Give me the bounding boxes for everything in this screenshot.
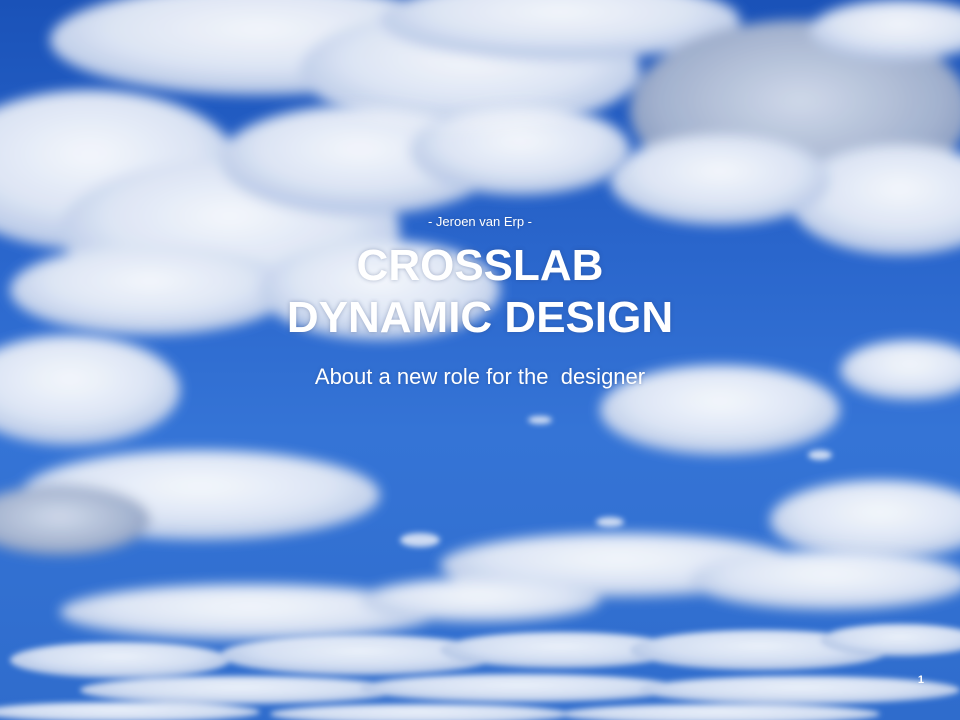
page-number: 1 — [917, 674, 924, 686]
slide-title-line-1: CROSSLAB — [356, 241, 604, 290]
slide-title-line-2: DYNAMIC DESIGN — [286, 293, 674, 342]
slide-title: CROSSLAB DYNAMIC DESIGN — [0, 240, 960, 344]
sky-background-image — [0, 0, 960, 720]
author-byline: - Jeroen van Erp - — [427, 214, 533, 229]
slide-subtitle: About a new role for the designer — [314, 364, 646, 389]
slide: - Jeroen van Erp - CROSSLAB DYNAMIC DESI… — [0, 0, 960, 720]
